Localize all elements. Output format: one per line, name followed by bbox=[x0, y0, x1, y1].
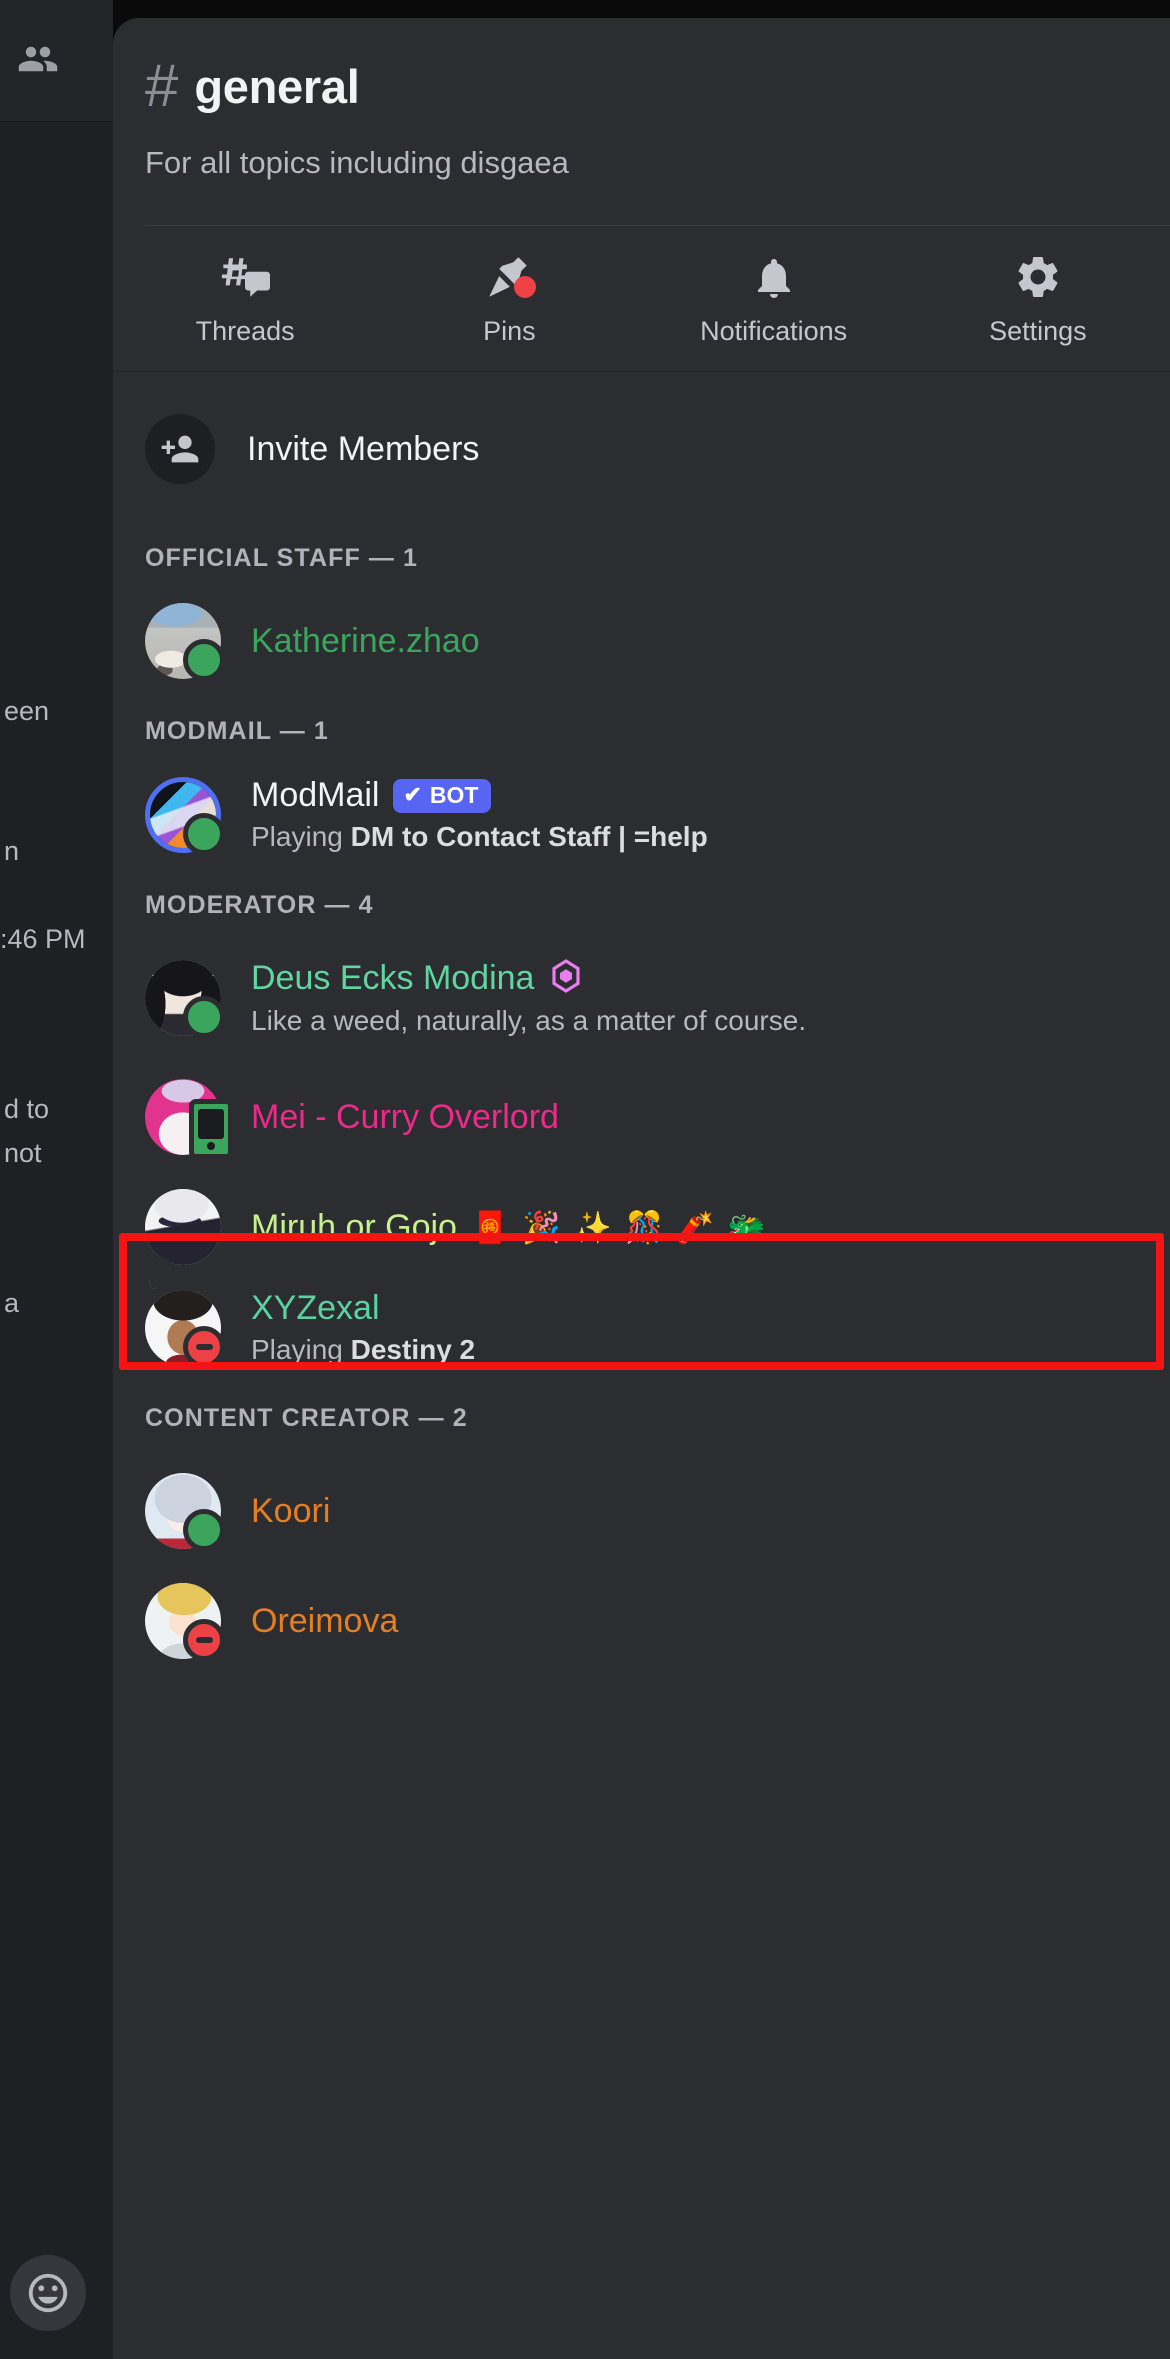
group-header-modmail: MODMAIL — 1 bbox=[145, 717, 329, 746]
tab-settings[interactable]: Settings bbox=[906, 226, 1170, 371]
invite-members-label: Invite Members bbox=[247, 429, 480, 468]
member-name-emoji: 🧧 🎉 ✨ 🎊 🧨 🐲 bbox=[470, 1209, 768, 1245]
tab-pins-label: Pins bbox=[483, 316, 536, 347]
tab-threads[interactable]: Threads bbox=[113, 226, 377, 371]
chat-input-bar-peek bbox=[0, 2231, 113, 2359]
verified-check-icon: ✔ bbox=[403, 782, 422, 808]
member-name: Katherine.zhao bbox=[251, 621, 480, 660]
member-custom-status: Like a weed, naturally, as a matter of c… bbox=[251, 1005, 807, 1037]
channel-list-header bbox=[0, 0, 113, 122]
member-name: Miruh or Gojo bbox=[251, 1207, 457, 1246]
avatar bbox=[145, 776, 225, 855]
member-name: Koori bbox=[251, 1491, 331, 1530]
bot-badge-label: BOT bbox=[429, 781, 479, 808]
smiley-icon[interactable] bbox=[10, 2255, 86, 2331]
status-badge bbox=[183, 995, 225, 1038]
avatar bbox=[145, 1583, 225, 1662]
list-item[interactable]: Miruh or Gojo 🧧 🎉 ✨ 🎊 🧨 🐲 bbox=[113, 1167, 1170, 1290]
list-item[interactable]: XYZexal Playing Destiny 2 bbox=[113, 1277, 1170, 1378]
channel-toolbar: Threads Pins Notifications Settings bbox=[113, 226, 1170, 373]
page-title: general bbox=[194, 59, 360, 113]
member-name: ModMail bbox=[251, 776, 380, 815]
tab-notifications-label: Notifications bbox=[700, 316, 848, 347]
group-header-content-creator: CONTENT CREATOR — 2 bbox=[145, 1404, 468, 1433]
avatar bbox=[145, 603, 225, 682]
pin-icon bbox=[484, 250, 537, 302]
avatar bbox=[145, 1473, 225, 1552]
gear-icon bbox=[1013, 250, 1063, 302]
bot-badge: ✔ BOT bbox=[393, 778, 492, 813]
bell-icon bbox=[750, 250, 798, 302]
list-item[interactable]: Katherine.zhao bbox=[113, 591, 1170, 691]
status-badge bbox=[183, 1325, 225, 1368]
list-item[interactable]: Oreimova bbox=[113, 1561, 1170, 1671]
channel-panel: # general For all topics including disga… bbox=[113, 18, 1170, 2359]
member-name: Mei - Curry Overlord bbox=[251, 1097, 559, 1136]
list-item[interactable]: Deus Ecks Modina Like a weed, naturally,… bbox=[113, 938, 1170, 1057]
people-icon bbox=[14, 38, 62, 80]
person-add-icon bbox=[145, 414, 215, 485]
avatar bbox=[145, 959, 225, 1038]
hash-icon: # bbox=[145, 52, 179, 119]
member-name: Deus Ecks Modina bbox=[251, 959, 535, 998]
avatar bbox=[145, 1079, 233, 1160]
member-name: XYZexal bbox=[251, 1289, 380, 1328]
discord-mobile-screen: een n :46 PM d to not a # general For al… bbox=[0, 0, 1170, 2359]
member-name: Oreimova bbox=[251, 1601, 399, 1640]
bg-snippet-4: not bbox=[4, 1138, 42, 1168]
list-item[interactable]: Mei - Curry Overlord bbox=[113, 1057, 1170, 1167]
background-channel-list[interactable]: een n :46 PM d to not a bbox=[0, 0, 113, 2359]
nitro-badge-icon bbox=[548, 958, 584, 999]
list-item[interactable]: ModMail ✔ BOT Playing DM to Contact Staf… bbox=[113, 764, 1170, 865]
bg-snippet-1: n bbox=[4, 836, 20, 866]
group-header-official-staff: OFFICIAL STAFF — 1 bbox=[145, 544, 419, 573]
bg-snippet-5: a bbox=[4, 1288, 20, 1318]
tab-settings-label: Settings bbox=[989, 316, 1087, 347]
avatar bbox=[145, 1189, 221, 1290]
channel-topic: For all topics including disgaea bbox=[145, 145, 569, 180]
channel-header: # general For all topics including disga… bbox=[113, 18, 1170, 227]
bg-snippet-3: d to bbox=[4, 1094, 50, 1124]
threads-icon bbox=[220, 250, 271, 302]
status-badge bbox=[183, 639, 225, 682]
tab-notifications[interactable]: Notifications bbox=[642, 226, 906, 371]
group-header-moderator: MODERATOR — 4 bbox=[145, 891, 374, 920]
bg-snippet-0: een bbox=[4, 696, 50, 726]
tab-threads-label: Threads bbox=[195, 316, 295, 347]
status-badge bbox=[183, 812, 225, 855]
bg-snippet-2: :46 PM bbox=[0, 924, 86, 954]
tab-pins[interactable]: Pins bbox=[377, 226, 641, 371]
list-item[interactable]: Koori bbox=[113, 1451, 1170, 1561]
invite-members-button[interactable]: Invite Members bbox=[113, 380, 1170, 518]
member-list[interactable]: Invite Members OFFICIAL STAFF — 1 Kather… bbox=[113, 372, 1170, 1671]
member-activity: Playing Destiny 2 bbox=[251, 1334, 476, 1366]
mobile-status-badge bbox=[189, 1099, 233, 1160]
member-activity: Playing DM to Contact Staff | =help bbox=[251, 821, 708, 853]
avatar bbox=[145, 1289, 225, 1368]
